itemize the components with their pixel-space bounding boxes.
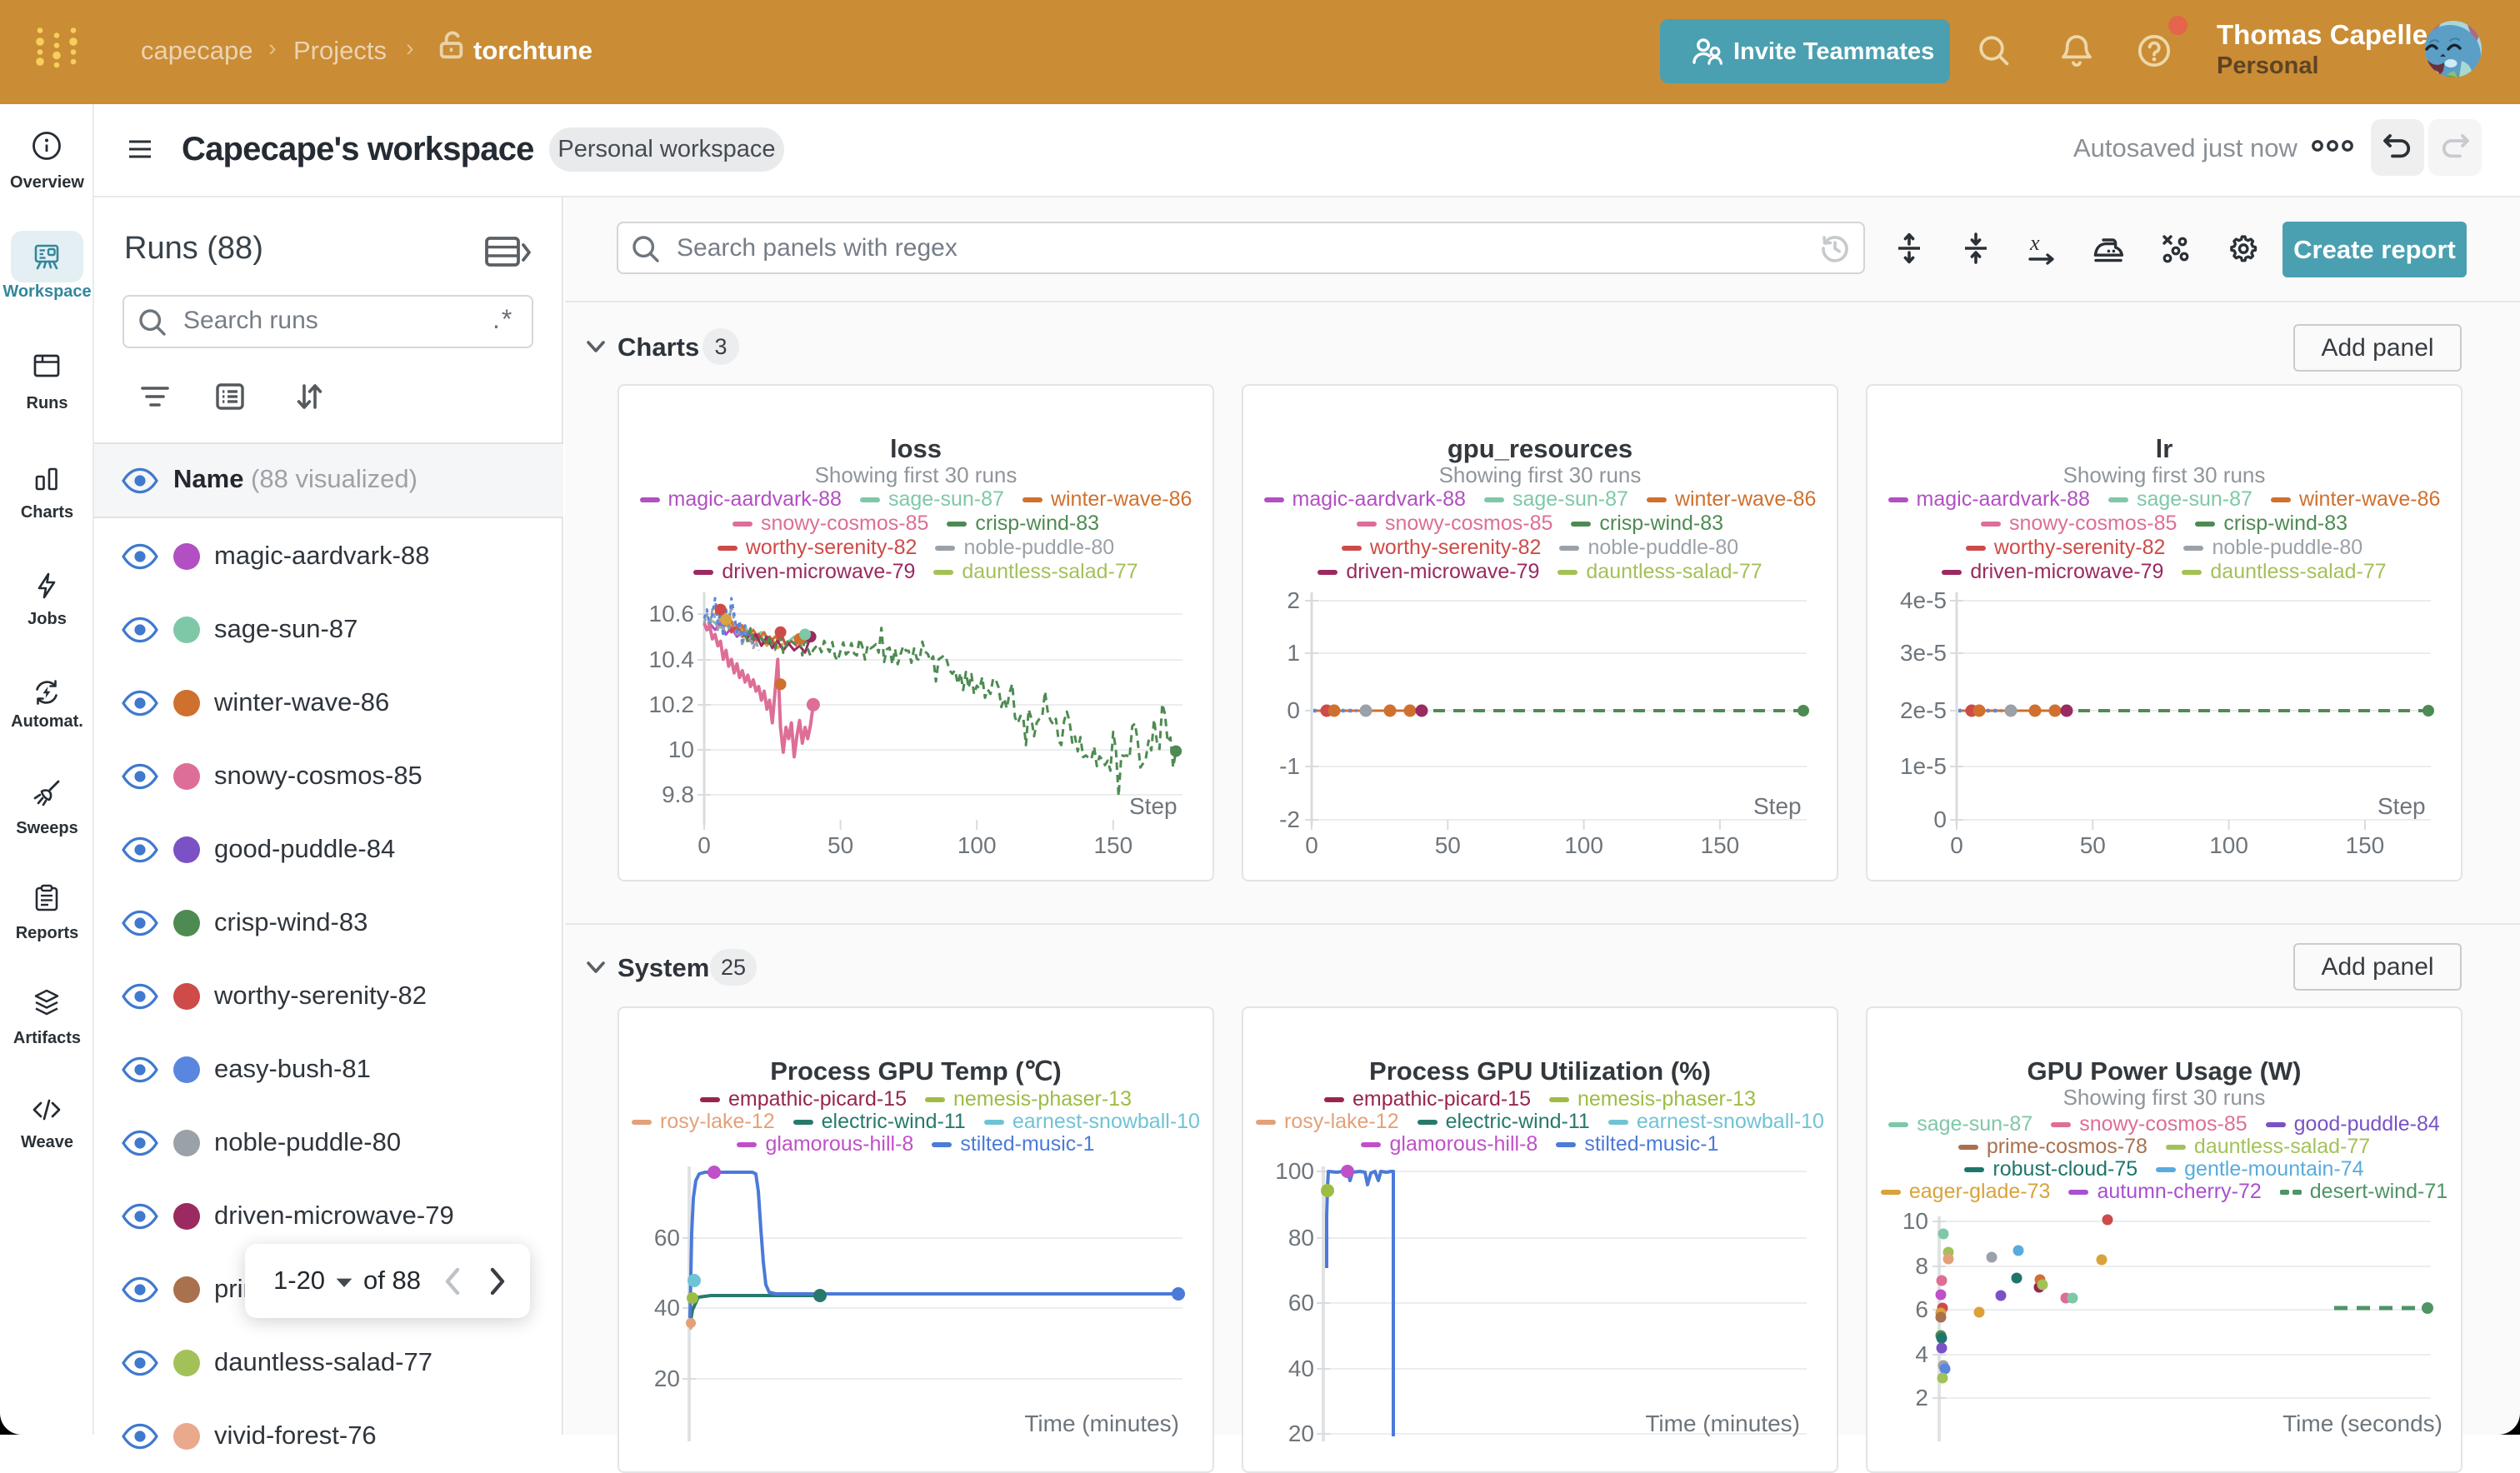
svg-text:x: x <box>2029 233 2040 255</box>
